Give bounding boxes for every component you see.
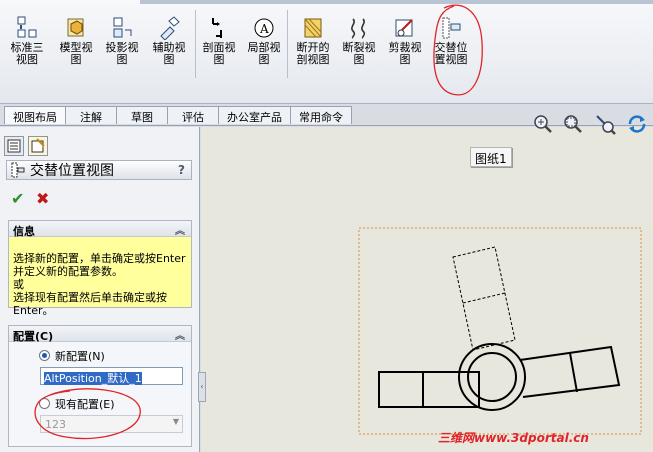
tab-common-commands[interactable]: 常用命令 <box>290 106 352 124</box>
alternate-position-view-button[interactable]: 交替位 置视图 <box>428 16 474 66</box>
part-view-geometry <box>378 343 621 411</box>
property-manager-icon <box>31 138 45 153</box>
config-group-header[interactable]: 配置(C) ︽ <box>9 326 191 343</box>
detail-view-button[interactable]: A 局部视 图 <box>241 16 287 66</box>
tab-office-products[interactable]: 办公室产品 <box>218 106 291 124</box>
projected-view-icon <box>113 17 132 38</box>
alternate-position-view-label: 交替位 置视图 <box>434 41 468 66</box>
alternate-position-view-icon <box>11 162 25 178</box>
ribbon-top-strip <box>140 0 653 4</box>
broken-out-section-label: 断开的 剖视图 <box>296 41 330 66</box>
config-group: 配置(C) ︽ 新配置(N) AltPosition_默认_1 现有配置(E) … <box>8 325 192 447</box>
feature-tree-icon <box>7 139 21 153</box>
config-group-title: 配置(C) <box>13 330 54 343</box>
svg-text:A: A <box>259 22 269 36</box>
view-boundary <box>358 227 642 435</box>
property-manager-panel: 交替位置视图 ? ✔ ✖ 信息 ︽ 选择新的配置，单击确定或按Enter 并定义… <box>0 127 200 452</box>
model-view-label: 模型视 图 <box>59 41 93 66</box>
previous-view-icon[interactable] <box>594 113 616 135</box>
tab-sketch[interactable]: 草图 <box>116 106 168 124</box>
cancel-button[interactable]: ✖ <box>36 189 49 208</box>
chevron-down-icon: ▼ <box>172 417 179 426</box>
crop-view-icon <box>395 19 413 37</box>
tab-view-layout[interactable]: 视图布局 <box>4 106 66 124</box>
broken-out-section-icon <box>304 18 322 38</box>
standard-3-view-button[interactable]: 标准三 视图 <box>4 16 50 66</box>
model-view-button[interactable]: 模型视 图 <box>53 16 99 66</box>
existing-config-radio[interactable] <box>39 398 50 409</box>
break-view-icon <box>351 18 366 39</box>
watermark: 三维网www.3dportal.cn <box>438 431 589 445</box>
command-manager-ribbon: 标准三 视图 模型视 图 投影视 图 辅助视 图 剖面视 图 A 局部视 图 断… <box>0 0 653 104</box>
existing-config-dropdown[interactable]: 123 ▼ <box>40 415 183 433</box>
detail-view-label: 局部视 图 <box>247 41 281 66</box>
broken-out-section-button[interactable]: 断开的 剖视图 <box>290 16 336 66</box>
sheet-tooltip: 图纸1 <box>470 147 512 167</box>
projected-view-label: 投影视 图 <box>105 41 139 66</box>
new-config-radio[interactable] <box>39 350 50 361</box>
tab-annotation[interactable]: 注解 <box>65 106 117 124</box>
drawing-sheet[interactable] <box>355 225 645 437</box>
break-view-button[interactable]: 断裂视 图 <box>336 16 382 66</box>
collapse-chevron-icon[interactable]: ︽ <box>175 222 185 237</box>
tab-evaluate[interactable]: 评估 <box>167 106 219 124</box>
model-view-icon <box>67 18 84 37</box>
crop-view-button[interactable]: 剪裁视 图 <box>382 16 428 66</box>
detail-view-icon: A <box>254 18 274 38</box>
projected-view-button[interactable]: 投影视 图 <box>99 16 145 66</box>
break-view-label: 断裂视 图 <box>342 41 376 66</box>
rebuild-icon[interactable] <box>626 113 648 135</box>
section-view-icon <box>212 18 222 38</box>
ribbon-separator <box>287 10 288 78</box>
property-manager-title: 交替位置视图 <box>30 163 114 179</box>
auxiliary-view-icon <box>160 16 180 40</box>
existing-config-value: 123 <box>45 418 66 431</box>
ok-button[interactable]: ✔ <box>11 189 24 208</box>
new-config-name-field[interactable]: AltPosition_默认_1 <box>40 367 183 385</box>
command-tabs: 视图布局 注解 草图 评估 办公室产品 常用命令 <box>4 106 352 126</box>
help-button[interactable]: ? <box>178 163 185 177</box>
auxiliary-view-button[interactable]: 辅助视 图 <box>146 16 192 66</box>
zoom-to-area-icon[interactable] <box>562 113 584 135</box>
property-manager-header: 交替位置视图 ? <box>6 160 192 180</box>
section-view-button[interactable]: 剖面视 图 <box>196 16 242 66</box>
property-manager-tab[interactable] <box>28 136 48 156</box>
feature-manager-tab[interactable] <box>4 136 24 156</box>
section-view-label: 剖面视 图 <box>202 41 236 66</box>
info-group: 信息 ︽ 选择新的配置，单击确定或按Enter 并定义新的配置参数。 或 选择现… <box>8 220 192 317</box>
alternate-position-view-icon <box>442 17 461 39</box>
new-config-label: 新配置(N) <box>55 350 105 363</box>
crop-view-label: 剪裁视 图 <box>388 41 422 66</box>
standard-3-view-icon <box>17 16 37 38</box>
info-message: 选择新的配置，单击确定或按Enter 并定义新的配置参数。 或 选择现有配置然后… <box>9 237 191 317</box>
tabs-divider <box>0 125 653 126</box>
new-config-name-value: AltPosition_默认_1 <box>44 372 142 385</box>
auxiliary-view-label: 辅助视 图 <box>152 41 186 66</box>
info-group-title: 信息 <box>13 225 35 238</box>
existing-config-label: 现有配置(E) <box>55 398 115 411</box>
info-text: 选择新的配置，单击确定或按Enter 并定义新的配置参数。 或 选择现有配置然后… <box>13 252 186 317</box>
panel-collapse-handle[interactable]: ‹ <box>198 372 206 402</box>
collapse-chevron-icon[interactable]: ︽ <box>175 327 185 342</box>
standard-3-view-label: 标准三 视图 <box>10 41 44 66</box>
alternate-position-arm-phantom <box>452 246 516 351</box>
zoom-to-fit-icon[interactable] <box>532 113 554 135</box>
info-group-header[interactable]: 信息 ︽ <box>9 221 191 238</box>
